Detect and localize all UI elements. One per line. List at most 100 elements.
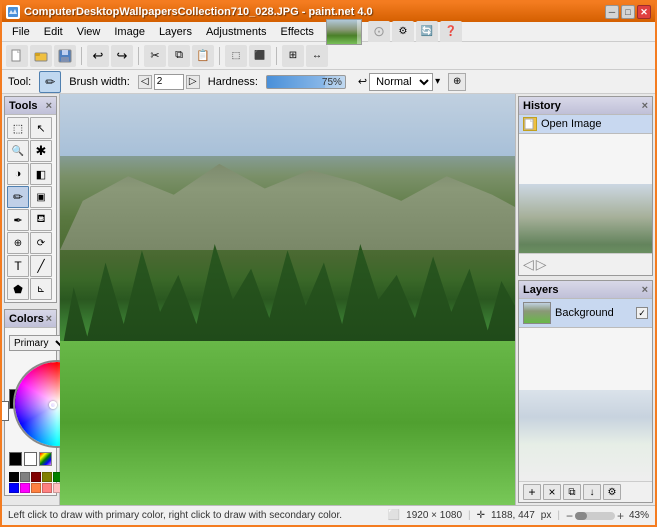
duplicate-layer-button[interactable]: ⧉	[563, 484, 581, 500]
white-swatch[interactable]	[24, 452, 37, 466]
tool-text[interactable]: T	[7, 255, 29, 277]
merge-layer-button[interactable]: ↓	[583, 484, 601, 500]
layers-toolbar: + × ⧉ ↓ ⚙	[519, 481, 652, 502]
tool-paintbucket[interactable]: ◑	[7, 163, 29, 185]
toolbar-btn-right2[interactable]: ⚙	[392, 21, 414, 43]
swatch-0[interactable]	[9, 472, 19, 482]
app-window: ComputerDesktopWallpapersCollection710_0…	[0, 0, 657, 527]
toolbar-btn-right4[interactable]: ❓	[440, 21, 462, 43]
tool-gradient[interactable]: ◧	[30, 163, 52, 185]
menu-image[interactable]: Image	[108, 24, 151, 40]
zoom-in-button[interactable]: +	[617, 509, 624, 523]
toolbar-redo[interactable]: ↪	[111, 45, 133, 67]
toolbar-btn-right3[interactable]: 🔄	[416, 21, 438, 43]
close-button[interactable]: ✕	[637, 5, 651, 19]
swatch-2[interactable]	[31, 472, 41, 482]
tool-shapes[interactable]: ⬟	[7, 278, 29, 300]
toolbar-sep-3	[219, 47, 220, 65]
brush-tool-icon[interactable]: ✏	[39, 71, 61, 93]
maximize-button[interactable]: □	[621, 5, 635, 19]
brush-width-increase[interactable]: ▷	[186, 75, 200, 89]
background-color-swatch[interactable]	[2, 401, 9, 421]
toolbar-cut[interactable]: ✂	[144, 45, 166, 67]
swatch-1[interactable]	[20, 472, 30, 482]
toolbar-resize[interactable]: ↔	[306, 45, 328, 67]
zoom-slider[interactable]	[575, 512, 615, 520]
toolbar-paste[interactable]: 📋	[192, 45, 214, 67]
zoom-slider-fill	[575, 512, 587, 520]
toolbar-new[interactable]	[6, 45, 28, 67]
toolbar-crop[interactable]: ⊞	[282, 45, 304, 67]
hardness-slider[interactable]: 75%	[266, 75, 346, 89]
zoom-value: 43%	[629, 510, 649, 521]
swatch-17[interactable]	[42, 483, 52, 493]
toolbar-copy[interactable]: ⧉	[168, 45, 190, 67]
tool-clone[interactable]: ⊕	[7, 232, 29, 254]
menu-view[interactable]: View	[71, 24, 107, 40]
toolbar-save[interactable]	[54, 45, 76, 67]
toolbar-select-all[interactable]: ⬚	[225, 45, 247, 67]
layer-name: Background	[555, 307, 632, 319]
swatch-15[interactable]	[20, 483, 30, 493]
canvas-image	[60, 94, 515, 505]
history-forward-button[interactable]: ▷	[536, 256, 547, 273]
blend-mode-label: ↩	[358, 75, 367, 88]
tool-pencil[interactable]: ✒	[7, 209, 29, 231]
toolbar-sep-4	[276, 47, 277, 65]
black-swatch[interactable]	[9, 452, 22, 466]
canvas-area[interactable]	[60, 94, 515, 505]
tool-brush[interactable]: ✏	[7, 186, 29, 208]
tool-recolor[interactable]: ⟳	[30, 232, 52, 254]
tool-magic-wand[interactable]: ✱	[30, 140, 52, 162]
swatch-16[interactable]	[31, 483, 41, 493]
toolbar-undo[interactable]: ↩	[87, 45, 109, 67]
tool-move[interactable]: ↖	[30, 117, 52, 139]
history-panel-title: History	[523, 100, 561, 112]
blend-mode-toggle[interactable]: ▾	[435, 76, 440, 87]
swatch-14[interactable]	[9, 483, 19, 493]
menu-layers[interactable]: Layers	[153, 24, 198, 40]
tool-zoom[interactable]: 🔍	[7, 140, 29, 162]
toolbar-deselect[interactable]: ⬛	[249, 45, 271, 67]
colors-panel-close[interactable]: ×	[46, 313, 52, 325]
zoom-out-button[interactable]: −	[566, 509, 573, 523]
brush-width-decrease[interactable]: ◁	[138, 75, 152, 89]
color-palette	[5, 470, 56, 495]
title-bar-left: ComputerDesktopWallpapersCollection710_0…	[6, 5, 373, 19]
layer-item[interactable]: Background ✓	[519, 299, 652, 328]
history-preview	[519, 184, 652, 253]
tool-selection2[interactable]: ⊾	[30, 278, 52, 300]
menu-adjustments[interactable]: Adjustments	[200, 24, 273, 40]
status-text: Left click to draw with primary color, r…	[8, 510, 380, 521]
tool-line[interactable]: ╱	[30, 255, 52, 277]
toolbar-open[interactable]	[30, 45, 52, 67]
tool-options-extra[interactable]: ⊕	[448, 73, 466, 91]
layer-thumbnail	[523, 302, 551, 324]
menu-edit[interactable]: Edit	[38, 24, 69, 40]
layer-props-button[interactable]: ⚙	[603, 484, 621, 500]
swatch-3[interactable]	[42, 472, 52, 482]
layers-extra-area	[519, 390, 652, 481]
tool-colorpicker[interactable]: ⛾	[30, 209, 52, 231]
tool-eraser[interactable]: ▣	[30, 186, 52, 208]
menu-file[interactable]: File	[6, 24, 36, 40]
brush-width-input[interactable]	[154, 74, 184, 90]
tool-rectangle-select[interactable]: ⬚	[7, 117, 29, 139]
history-back-button[interactable]: ◁	[523, 256, 534, 273]
main-toolbar: ↩ ↪ ✂ ⧉ 📋 ⬚ ⬛ ⊞ ↔	[2, 42, 655, 70]
menu-effects[interactable]: Effects	[275, 24, 320, 40]
add-layer-button[interactable]: +	[523, 484, 541, 500]
black-white-row	[5, 452, 56, 468]
tools-panel-close[interactable]: ×	[46, 100, 52, 112]
blend-mode-select[interactable]: Normal Multiply Screen	[369, 73, 433, 91]
rainbow-swatch[interactable]	[39, 452, 52, 466]
toolbar-btn-right1[interactable]: ⊙	[368, 21, 390, 43]
delete-layer-button[interactable]: ×	[543, 484, 561, 500]
history-item[interactable]: Open Image	[519, 115, 652, 134]
minimize-button[interactable]: ─	[605, 5, 619, 19]
hardness-fill	[267, 76, 326, 88]
layers-panel-close[interactable]: ×	[642, 284, 648, 296]
history-item-label: Open Image	[541, 118, 602, 130]
history-panel-close[interactable]: ×	[642, 100, 648, 112]
layer-visibility-check[interactable]: ✓	[636, 307, 648, 319]
